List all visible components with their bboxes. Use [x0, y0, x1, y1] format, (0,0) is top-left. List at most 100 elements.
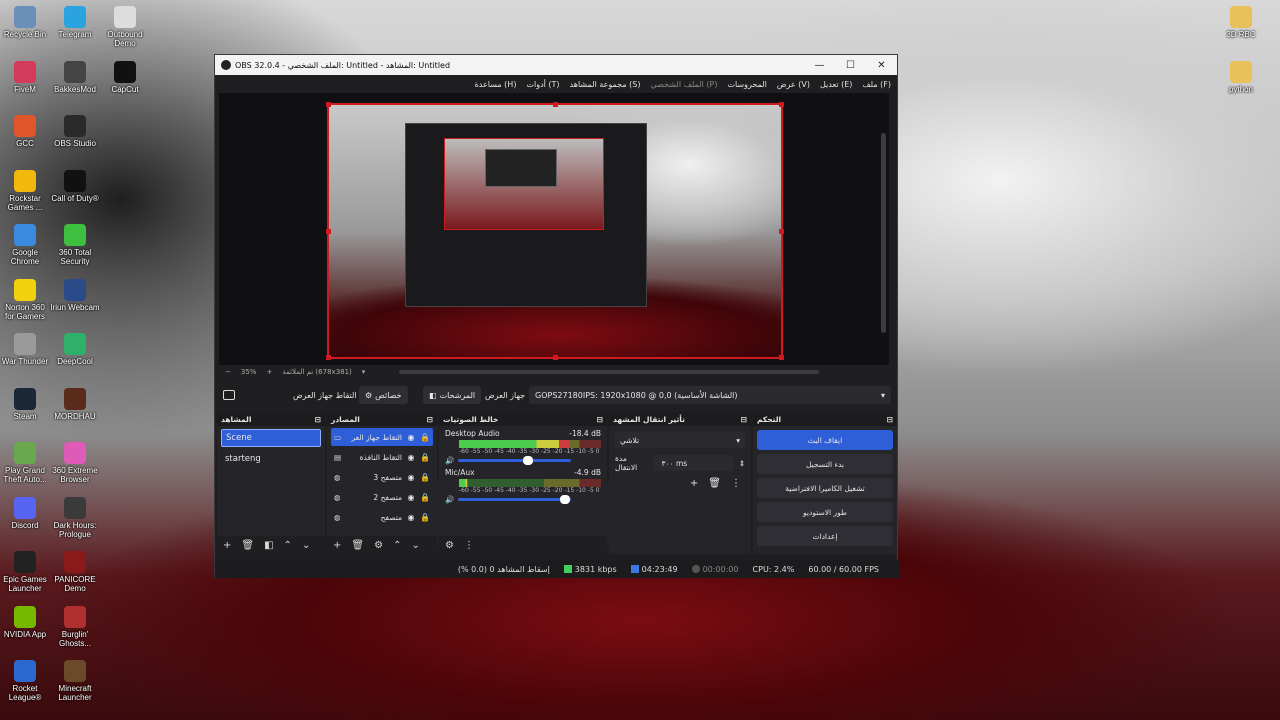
desktop-icon[interactable]: Dark Hours: Prologue: [50, 496, 100, 539]
volume-knob[interactable]: [523, 456, 534, 465]
menu-item[interactable]: تعديل (E): [820, 80, 852, 89]
filters-button[interactable]: ◧ المرشحات: [423, 386, 482, 404]
desktop-icon[interactable]: CapCut: [100, 60, 150, 94]
dock-menu-icon[interactable]: ⊟: [887, 415, 893, 424]
desktop-icon[interactable]: Steam: [0, 387, 50, 421]
visibility-eye-icon[interactable]: ◉: [406, 493, 416, 502]
visibility-eye-icon[interactable]: ◉: [406, 453, 416, 462]
desktop-icon[interactable]: Burglin' Ghosts...: [50, 605, 100, 648]
control-button[interactable]: إعدادات: [757, 526, 893, 546]
desktop-icon[interactable]: 360 Total Security: [50, 224, 100, 266]
menu-item[interactable]: عرض (V): [777, 80, 810, 89]
volume-knob[interactable]: [560, 495, 571, 504]
menu-item[interactable]: أدوات (T): [526, 80, 559, 89]
menu-item[interactable]: المحروسات: [727, 80, 766, 89]
source-item[interactable]: ◍ متصفح 2 ◉ 🔒: [331, 488, 433, 506]
source-item[interactable]: ◍ متصفح ◉ 🔒: [331, 508, 433, 526]
speaker-icon[interactable]: 🔊: [445, 495, 454, 504]
dock-menu-icon[interactable]: ⊟: [315, 415, 321, 424]
properties-button[interactable]: ⚙ خصائص: [359, 386, 408, 404]
more-options-icon[interactable]: ⋮: [464, 540, 474, 551]
speaker-icon[interactable]: 🔊: [445, 456, 454, 465]
title-bar[interactable]: OBS 32.0.4 - الملف الشخصي: Untitled - ال…: [215, 55, 897, 75]
add-source-icon[interactable]: +: [333, 540, 341, 551]
control-button[interactable]: تشغيل الكاميرا الافتراضية: [757, 478, 893, 498]
desktop-icon[interactable]: 360 Extreme Browser: [50, 442, 100, 484]
desktop-icon[interactable]: 3D RBC: [1216, 6, 1266, 39]
control-button[interactable]: بدء التسجيل: [757, 454, 893, 474]
menu-item[interactable]: الملف الشخصي (P): [651, 80, 718, 89]
remove-source-icon[interactable]: 🗑: [351, 540, 364, 551]
advanced-audio-icon[interactable]: ⚙: [445, 540, 454, 551]
preview-area[interactable]: [219, 93, 889, 547]
desktop-icon[interactable]: Google Chrome: [0, 224, 50, 266]
resize-handle-tr[interactable]: [779, 102, 784, 107]
scene-filters-icon[interactable]: ◧: [264, 540, 273, 551]
desktop-icon[interactable]: MORDHAU: [50, 387, 100, 421]
scene-item[interactable]: Scene: [221, 429, 321, 447]
desktop-icon[interactable]: Discord: [0, 496, 50, 530]
duration-input[interactable]: ٣٠٠ ms: [653, 455, 733, 471]
remove-scene-icon[interactable]: 🗑: [241, 540, 254, 551]
minimize-button[interactable]: —: [804, 60, 835, 71]
source-item[interactable]: ◍ متصفح 3 ◉ 🔒: [331, 468, 433, 486]
maximize-button[interactable]: ☐: [835, 60, 866, 71]
dock-menu-icon[interactable]: ⊟: [597, 415, 603, 424]
source-item[interactable]: ▤ التقاط النافذة ◉ 🔒: [331, 448, 433, 466]
move-up-icon[interactable]: ⌃: [393, 540, 401, 551]
desktop-icon[interactable]: FiveM: [0, 60, 50, 94]
preview-canvas[interactable]: [326, 102, 784, 547]
source-properties-icon[interactable]: ⚙: [374, 540, 383, 551]
menu-item[interactable]: ملف (F): [862, 80, 891, 89]
preview-vertical-scrollbar[interactable]: [881, 133, 886, 333]
remove-transition-icon[interactable]: 🗑: [708, 478, 721, 489]
add-transition-icon[interactable]: +: [690, 478, 698, 489]
add-scene-icon[interactable]: +: [223, 540, 231, 551]
desktop-icon[interactable]: Rocket League®: [0, 660, 50, 702]
control-button[interactable]: ايقاف البث: [757, 430, 893, 450]
desktop-icon[interactable]: BakkesMod: [50, 60, 100, 94]
zoom-dropdown-icon[interactable]: ▾: [362, 368, 366, 376]
visibility-eye-icon[interactable]: ◉: [406, 473, 416, 482]
source-item[interactable]: ▭ التقاط جهاز العر ◉ 🔒: [331, 428, 433, 446]
control-button[interactable]: طور الاستوديو: [757, 502, 893, 522]
desktop-icon[interactable]: PANICORE Demo: [50, 551, 100, 593]
desktop-icon[interactable]: Outbound Demo: [100, 6, 150, 48]
zoom-out-button[interactable]: −: [225, 368, 231, 376]
duration-stepper-icon[interactable]: ⇕: [739, 459, 745, 468]
desktop-icon[interactable]: Call of Duty®: [50, 169, 100, 203]
move-down-icon[interactable]: ⌄: [302, 540, 310, 551]
desktop-icon[interactable]: OBS Studio: [50, 115, 100, 148]
desktop-icon[interactable]: python: [1216, 60, 1266, 94]
desktop-icon[interactable]: Recycle Bin: [0, 6, 50, 39]
desktop-icon[interactable]: DeepCool: [50, 333, 100, 366]
resize-handle-bl[interactable]: [326, 355, 331, 360]
visibility-eye-icon[interactable]: ◉: [406, 513, 416, 522]
desktop-icon[interactable]: NVIDIA App: [0, 605, 50, 639]
preview-horizontal-scrollbar[interactable]: [399, 370, 819, 374]
lock-icon[interactable]: 🔒: [420, 493, 430, 502]
volume-slider[interactable]: [458, 456, 571, 465]
transition-type-dropdown[interactable]: تلاشي ▾: [615, 432, 745, 448]
move-down-icon[interactable]: ⌄: [411, 540, 419, 551]
resize-handle-br[interactable]: [779, 355, 784, 360]
desktop-icon[interactable]: Minecraft Launcher: [50, 660, 100, 702]
lock-icon[interactable]: 🔒: [420, 513, 430, 522]
desktop-icon[interactable]: Iriun Webcam: [50, 278, 100, 312]
resize-handle-r[interactable]: [779, 229, 784, 234]
desktop-icon[interactable]: Rockstar Games ...: [0, 169, 50, 212]
lock-icon[interactable]: 🔒: [420, 433, 430, 442]
menu-item[interactable]: مساعدة (H): [475, 80, 517, 89]
visibility-eye-icon[interactable]: ◉: [406, 433, 416, 442]
move-up-icon[interactable]: ⌃: [284, 540, 292, 551]
lock-icon[interactable]: 🔒: [420, 453, 430, 462]
scene-item[interactable]: starteng: [221, 450, 321, 468]
resize-handle-l[interactable]: [326, 229, 331, 234]
desktop-icon[interactable]: Epic Games Launcher: [0, 551, 50, 593]
lock-icon[interactable]: 🔒: [420, 473, 430, 482]
device-dropdown[interactable]: GOPS27180IPS: 1920x1080 @ 0,0 (الشاشة ال…: [529, 386, 891, 404]
desktop-icon[interactable]: Play Grand Theft Auto...: [0, 442, 50, 484]
menu-item[interactable]: مجموعة المشاهد (S): [570, 80, 641, 89]
close-button[interactable]: ✕: [866, 60, 897, 71]
resize-handle-t[interactable]: [553, 102, 558, 107]
